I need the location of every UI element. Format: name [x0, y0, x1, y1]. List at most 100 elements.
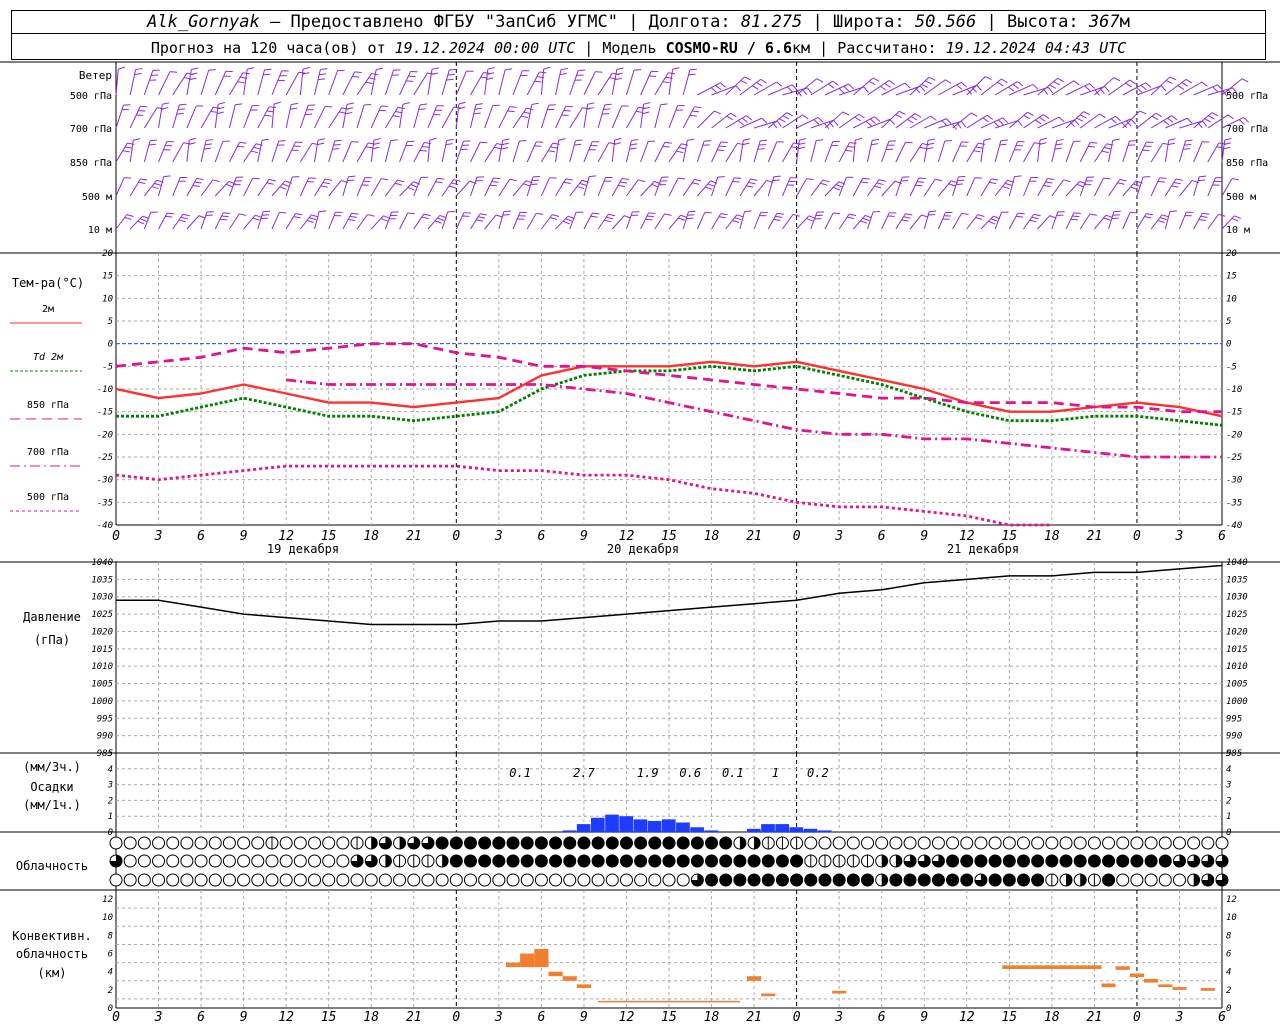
wind-barb-feather [435, 181, 443, 184]
cloud-symbol [208, 854, 222, 868]
wind-barb-feather [618, 185, 626, 187]
wind-barb-feather [563, 181, 571, 184]
wind-barb-feather [629, 147, 637, 150]
cloud-symbol [903, 836, 917, 850]
wind-barb-feather [817, 117, 824, 123]
wind-barb-shaft [214, 141, 224, 163]
wind-barb-feather [919, 146, 927, 150]
cloud-symbol [591, 873, 605, 887]
wind-barb-shaft [654, 104, 662, 129]
convective-bar [534, 949, 549, 968]
wind-barb-shaft [1164, 178, 1177, 197]
wind-barb-feather [503, 210, 511, 213]
conv-ytick-right: 8 [1226, 931, 1231, 941]
wind-barb-feather [208, 69, 216, 71]
cloud-symbol [364, 873, 378, 887]
wind-barb-shaft [682, 179, 695, 197]
pressure-ytick-left: 1020 [91, 627, 113, 637]
wind-barb-feather [373, 137, 381, 141]
wind-barb-feather [154, 182, 162, 186]
wind-barb-shaft [767, 112, 787, 129]
pressure-ytick-left: 1005 [91, 680, 113, 690]
pressure-ytick-right: 1005 [1226, 680, 1248, 690]
wind-barb-shaft [384, 70, 394, 96]
wind-barb-feather [686, 217, 694, 220]
cloud-symbol [194, 836, 208, 850]
wind-barb-feather [509, 106, 517, 108]
cloud-symbol [832, 836, 846, 850]
cloud-symbol [222, 873, 236, 887]
cloud-symbol [322, 873, 336, 887]
day-label-2: 20 декабря [607, 542, 679, 556]
wind-barb-feather [973, 150, 981, 153]
wind-barb-feather [720, 213, 728, 216]
cloud-symbol [1073, 854, 1087, 868]
wind-barb-feather [792, 213, 800, 217]
wind-barb-feather [560, 67, 568, 71]
precip-ytick-right: 5 [1226, 749, 1231, 759]
wind-barb-shaft [555, 178, 567, 197]
wind-barb-shaft [484, 143, 498, 163]
convective-bar [746, 976, 762, 981]
day-label-1: 19 декабря [267, 542, 339, 556]
wind-barb-feather [575, 139, 583, 142]
wind-barb-shaft [739, 211, 746, 230]
hour-tick-label: 21 [1087, 1010, 1103, 1024]
wind-barb-feather [941, 120, 948, 126]
wind-barb-shaft [200, 140, 207, 163]
wind-barb-feather [833, 119, 839, 126]
cloud-symbol [790, 873, 804, 887]
pressure-ytick-right: 1040 [1226, 558, 1248, 568]
cloud-symbol [308, 836, 322, 850]
wind-barb-shaft [923, 211, 930, 230]
wind-barb-shaft [498, 178, 511, 197]
precip-title: Осадки [30, 780, 73, 794]
cloud-symbol [549, 873, 563, 887]
hour-tick-label: 6 [197, 1010, 205, 1024]
wind-barb-shaft [597, 142, 610, 163]
wind-barb-feather [905, 213, 913, 216]
pressure-ytick-left: 1015 [91, 645, 113, 655]
wind-barb-shaft [186, 215, 200, 230]
wind-barb-feather [1198, 179, 1206, 182]
wind-barb-feather [533, 175, 541, 178]
wind-barb-feather [874, 185, 882, 189]
convective-bar [1172, 987, 1187, 990]
cloud-symbol [577, 873, 591, 887]
wind-barb-shaft [314, 106, 326, 129]
wind-barb-shaft [640, 71, 652, 96]
conv-ytick-left: 6 [108, 950, 113, 960]
wind-barb-feather [773, 175, 781, 178]
hour-tick-label: 12 [959, 529, 975, 544]
wind-barb-feather [549, 217, 557, 220]
wind-barb-feather [833, 186, 840, 191]
wind-barb-feather [989, 181, 997, 184]
wind-barb-feather [1113, 210, 1121, 213]
wind-barb-shaft [186, 105, 197, 129]
hour-tick-label: 18 [1044, 529, 1060, 544]
wind-barb-shaft [597, 104, 606, 129]
pressure-ytick-left: 1000 [91, 697, 113, 707]
cloud-symbol [619, 854, 633, 868]
wind-barb-shaft [867, 140, 873, 163]
pressure-ytick-right: 1025 [1226, 610, 1248, 620]
wind-barb-shaft [1193, 141, 1203, 163]
wind-barb-feather [838, 88, 845, 94]
cloud-symbol [1158, 854, 1172, 868]
wind-barb-feather [602, 113, 610, 115]
wind-barb-feather [320, 185, 328, 188]
cloud-symbol [861, 836, 875, 850]
cloud-symbol [1031, 854, 1045, 868]
wind-barb-feather [961, 212, 969, 215]
wind-barb-shaft [952, 112, 972, 129]
cloud-symbol [818, 836, 832, 850]
cloud-symbol [123, 836, 137, 850]
wind-barb-feather [348, 219, 356, 221]
wind-barb-feather [756, 82, 763, 87]
cloud-symbol [208, 836, 222, 850]
wind-barb-feather [1199, 175, 1207, 178]
wind-barb-shaft [583, 176, 590, 197]
wind-barb-shaft [413, 142, 425, 163]
precip-total: 0.1 [722, 766, 744, 780]
wind-barb-shaft [640, 212, 649, 230]
